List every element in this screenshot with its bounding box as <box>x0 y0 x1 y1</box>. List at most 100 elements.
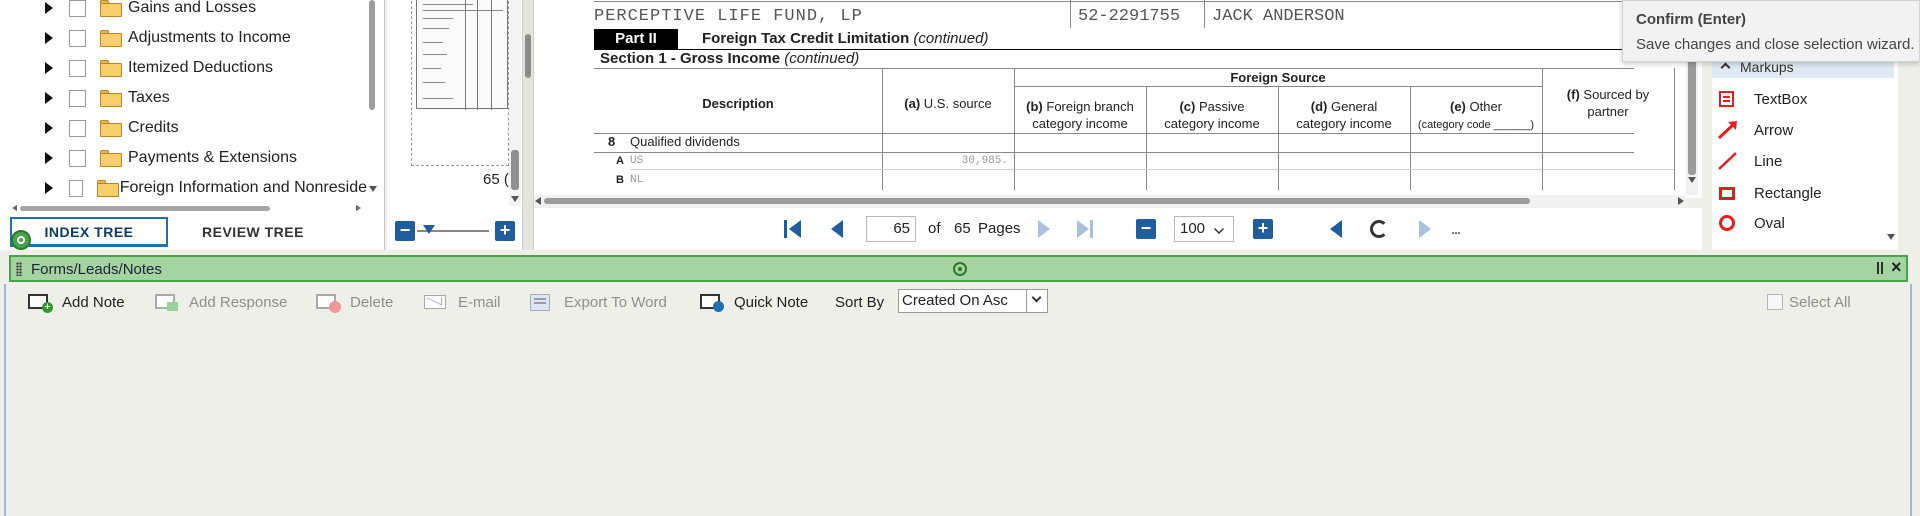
refresh-icon[interactable] <box>1370 220 1388 238</box>
tree-vertical-scrollbar[interactable] <box>367 0 377 198</box>
scrollbar-thumb[interactable] <box>511 150 519 190</box>
expand-arrow-icon[interactable] <box>45 182 53 194</box>
expand-arrow-icon[interactable] <box>45 152 53 164</box>
next-page-icon[interactable] <box>1038 220 1050 238</box>
expand-arrow-icon[interactable] <box>45 62 53 74</box>
tree-item-checkbox[interactable] <box>69 89 86 107</box>
tree-item-checkbox[interactable] <box>69 29 86 47</box>
expand-arrow-icon[interactable] <box>45 122 53 134</box>
checkbox-icon[interactable] <box>1767 294 1783 310</box>
tree-tab-bar: INDEX TREE REVIEW TREE <box>10 217 375 247</box>
tree-item-checkbox[interactable] <box>69 149 86 167</box>
tree-item-credits[interactable]: Credits <box>0 113 375 143</box>
tree-item-checkbox[interactable] <box>69 179 83 197</box>
row-a-country-code[interactable]: US <box>630 155 643 167</box>
dock-target-icon[interactable] <box>953 262 967 276</box>
tab-review-tree[interactable]: REVIEW TREE <box>168 217 338 247</box>
previous-page-icon[interactable] <box>831 220 843 238</box>
scroll-down-arrow-icon[interactable] <box>1688 177 1696 183</box>
close-icon[interactable]: × <box>1891 257 1902 278</box>
tree-horizontal-scrollbar[interactable] <box>12 203 372 213</box>
drag-handle-icon[interactable] <box>16 262 22 276</box>
expand-arrow-icon[interactable] <box>45 32 53 44</box>
folder-icon <box>96 179 119 197</box>
textbox-icon <box>1716 89 1742 109</box>
tab-index-tree[interactable]: INDEX TREE <box>10 217 168 247</box>
chevron-down-icon[interactable] <box>1026 289 1048 313</box>
document-horizontal-scrollbar[interactable] <box>534 195 1686 207</box>
zoom-out-minus-icon[interactable]: − <box>1136 219 1156 239</box>
tree-item-foreign-info[interactable]: Foreign Information and Nonreside <box>0 173 367 203</box>
scroll-down-arrow-icon[interactable] <box>1887 234 1895 240</box>
row-a-us-source-amount[interactable]: 30,985. <box>882 155 1008 167</box>
expand-arrow-icon[interactable] <box>45 2 53 14</box>
scrollbar-thumb[interactable] <box>369 0 375 110</box>
add-response-button[interactable]: Add Response <box>155 290 287 314</box>
zoom-out-minus-icon[interactable]: − <box>395 221 415 241</box>
total-pages: 65 <box>954 220 971 237</box>
last-page-icon[interactable] <box>1077 220 1095 238</box>
quick-note-button[interactable]: Quick Note <box>700 290 808 314</box>
arrow-icon <box>1716 120 1742 140</box>
tree-item-gains-losses[interactable]: Gains and Losses <box>0 0 375 23</box>
markup-line[interactable]: Line <box>1716 146 1886 176</box>
zoom-in-plus-icon[interactable]: + <box>1253 219 1273 239</box>
line-icon <box>1716 151 1742 171</box>
add-note-button[interactable]: + Add Note <box>28 290 125 314</box>
scroll-right-arrow-icon[interactable] <box>356 205 361 211</box>
export-to-word-button[interactable]: Export To Word <box>530 290 667 314</box>
tree-item-taxes[interactable]: Taxes <box>0 83 375 113</box>
expand-arrow-icon[interactable] <box>45 92 53 104</box>
col-f-label-line1: Sourced by <box>1583 87 1650 102</box>
tree-item-checkbox[interactable] <box>69 0 86 17</box>
scroll-left-arrow-icon[interactable] <box>12 205 17 211</box>
tree-item-payments[interactable]: Payments & Extensions <box>0 143 375 173</box>
row-a-letter: A <box>616 155 624 167</box>
scroll-left-arrow-icon[interactable] <box>535 197 541 205</box>
scroll-down-arrow-icon[interactable] <box>511 196 519 202</box>
rotate-right-icon[interactable] <box>1419 220 1431 238</box>
scroll-right-arrow-icon[interactable] <box>1678 197 1684 205</box>
scrollbar-thumb[interactable] <box>20 206 270 211</box>
page-thumbnail[interactable] <box>411 0 509 166</box>
tree-item-checkbox[interactable] <box>69 119 86 137</box>
tree-item-itemized[interactable]: Itemized Deductions <box>0 53 375 83</box>
col-b-label-line2: category income <box>1032 116 1128 131</box>
rotate-left-icon[interactable] <box>1330 220 1342 238</box>
panel-pin-circle-icon[interactable] <box>11 230 31 250</box>
markup-arrow[interactable]: Arrow <box>1716 115 1886 145</box>
thumbnail-zoom-slider[interactable]: − + <box>395 221 515 241</box>
panel-splitter[interactable] <box>522 0 534 250</box>
zoom-value: 100 <box>1180 220 1206 237</box>
section-title-text: Section 1 - Gross Income <box>600 50 781 67</box>
part-title-text: Foreign Tax Credit Limitation <box>702 30 910 47</box>
markup-oval[interactable]: Oval <box>1716 208 1886 238</box>
first-page-icon[interactable] <box>784 220 802 238</box>
forms-leads-notes-header[interactable]: Forms/Leads/Notes × <box>9 255 1908 282</box>
col-prefix: (c) <box>1179 99 1196 114</box>
markups-scrollbar[interactable] <box>1886 56 1896 246</box>
pin-icon[interactable] <box>1877 262 1883 274</box>
email-button[interactable]: E-mail <box>424 290 501 314</box>
zoom-in-plus-icon[interactable]: + <box>495 221 515 241</box>
current-page-input[interactable]: 65 <box>866 216 916 242</box>
markup-rectangle[interactable]: Rectangle <box>1716 178 1886 208</box>
thumbnail-scrollbar[interactable] <box>509 0 521 206</box>
slider-handle[interactable] <box>423 225 435 234</box>
splitter-grip-icon[interactable] <box>525 34 531 78</box>
tree-item-checkbox[interactable] <box>69 59 86 77</box>
collapse-chevron-icon[interactable] <box>1720 62 1731 73</box>
scrollbar-thumb[interactable] <box>544 198 1530 204</box>
tree-item-label: Taxes <box>128 89 170 106</box>
markup-textbox[interactable]: TextBox <box>1716 84 1886 114</box>
add-note-label: Add Note <box>62 293 125 311</box>
zoom-select[interactable]: 100 <box>1174 216 1234 242</box>
folder-icon <box>100 89 122 107</box>
delete-button[interactable]: Delete <box>316 290 393 314</box>
tree-item-adjustments[interactable]: Adjustments to Income <box>0 23 375 53</box>
select-all-checkbox[interactable]: Select All <box>1767 290 1851 314</box>
scroll-down-arrow-icon[interactable] <box>369 186 377 192</box>
row-b-country-code[interactable]: NL <box>630 174 643 186</box>
more-options-icon[interactable] <box>1452 226 1460 234</box>
markup-label: Arrow <box>1754 121 1794 139</box>
